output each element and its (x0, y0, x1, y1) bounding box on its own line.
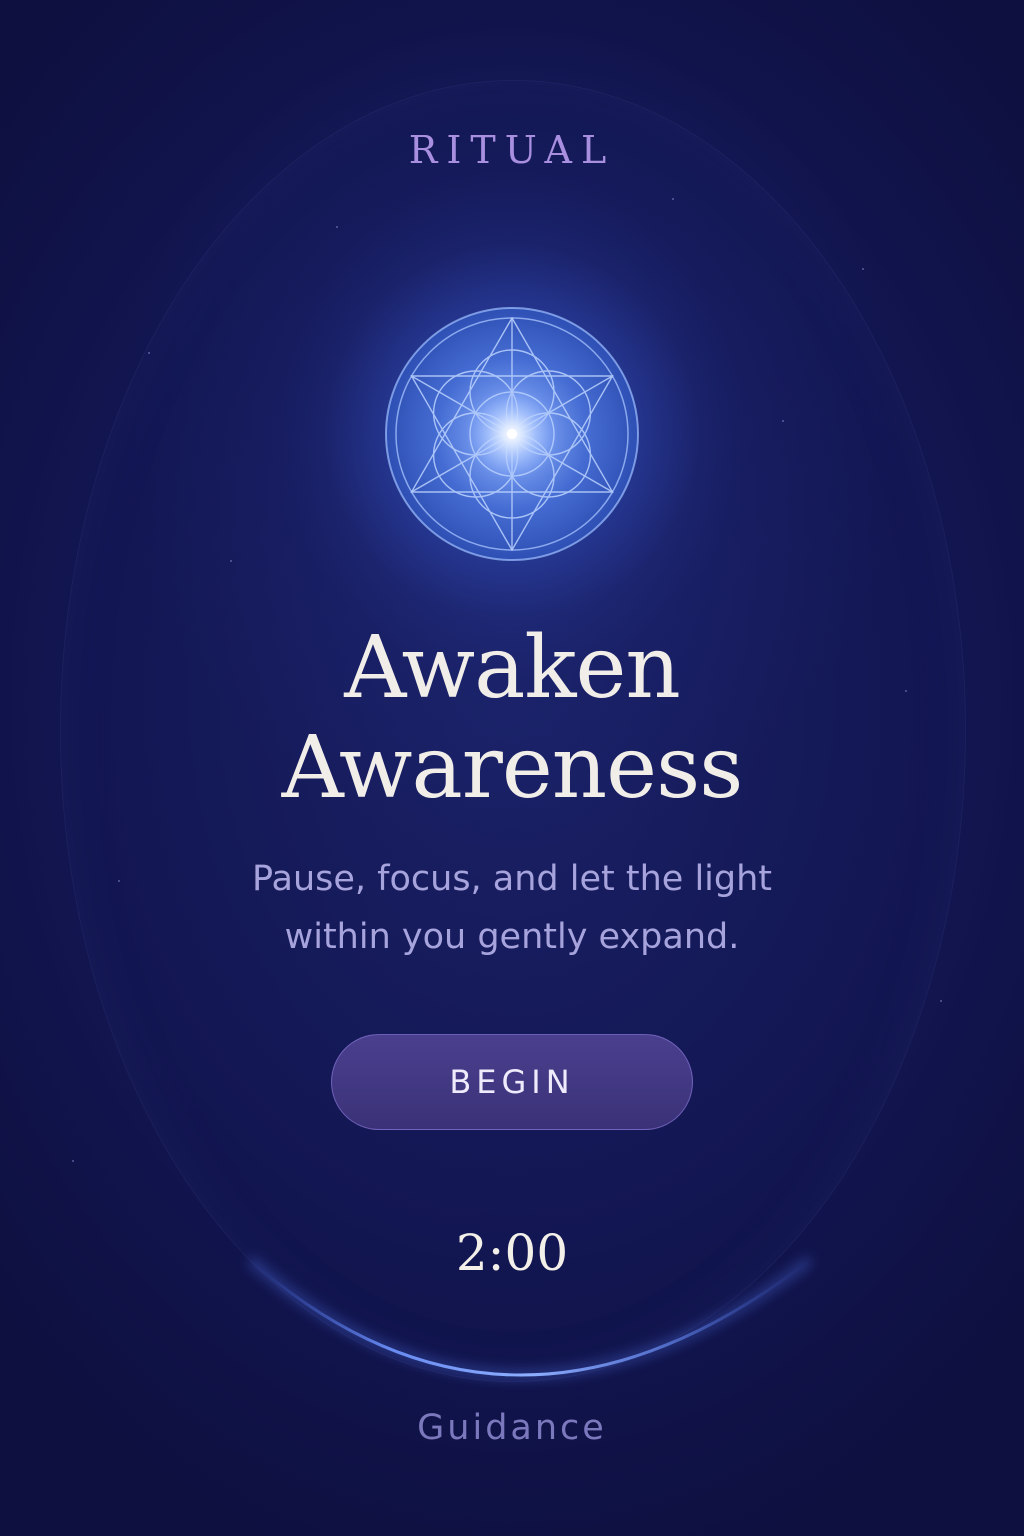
title-line-1: Awaken (344, 618, 681, 718)
timer-display: 2:00 (455, 1224, 569, 1282)
guidance-link[interactable]: Guidance (0, 1408, 1024, 1448)
description-line-1: Pause, focus, and let the light (251, 859, 773, 899)
ritual-title: Awaken Awareness (0, 618, 1024, 818)
description-line-2: within you gently expand. (284, 917, 740, 957)
ritual-screen: RITUAL Awaken Awareness Pause, focus, an… (0, 0, 1024, 1536)
app-brand: RITUAL (408, 128, 616, 172)
ritual-description: Pause, focus, and let the light within y… (0, 850, 1024, 966)
begin-button-label: BEGIN (449, 1063, 575, 1101)
flower-of-life-icon (385, 307, 639, 561)
begin-button[interactable]: BEGIN (331, 1034, 693, 1130)
title-line-2: Awareness (281, 718, 744, 818)
